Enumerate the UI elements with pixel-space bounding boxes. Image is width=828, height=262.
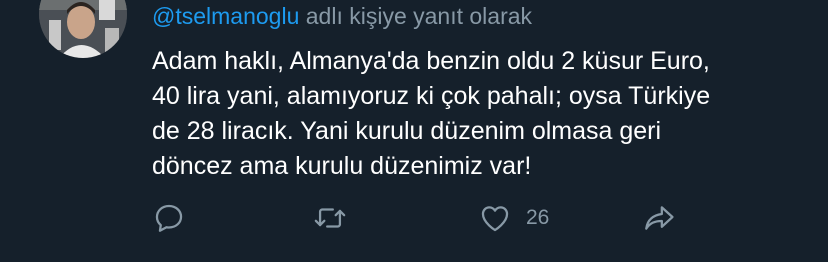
speech-bubble-icon	[155, 204, 183, 232]
reply-context: @tselmanoglu adlı kişiye yanıt olarak	[152, 2, 532, 30]
retweet-arrows-icon	[314, 208, 346, 228]
reply-button[interactable]	[152, 198, 186, 238]
tweet-text-line: de 28 liracık. Yani kurulu düzenim olmas…	[152, 117, 662, 145]
share-arrow-icon	[645, 206, 674, 230]
mention-link[interactable]: @tselmanoglu	[152, 3, 299, 29]
tweet-text-line: Adam haklı, Almanya'da benzin oldu 2 küs…	[152, 47, 710, 75]
like-button[interactable]: 26	[478, 198, 549, 238]
reply-context-suffix: adlı kişiye yanıt olarak	[299, 3, 533, 29]
avatar-photo	[39, 0, 127, 58]
like-count: 26	[526, 206, 550, 229]
avatar[interactable]	[39, 0, 127, 58]
tweet-text-line: döncez ama kurulu düzenimiz var!	[152, 152, 532, 180]
tweet-text: Adam haklı, Almanya'da benzin oldu 2 küs…	[152, 44, 812, 184]
share-button[interactable]	[640, 198, 678, 238]
tweet-text-line: 40 lira yani, alamıyoruz ki çok pahalı; …	[152, 82, 711, 110]
retweet-button[interactable]	[312, 198, 348, 238]
tweet-actions: 26	[152, 198, 712, 238]
heart-icon	[481, 206, 509, 232]
tweet[interactable]: @tselmanoglu adlı kişiye yanıt olarak Ad…	[0, 0, 828, 262]
